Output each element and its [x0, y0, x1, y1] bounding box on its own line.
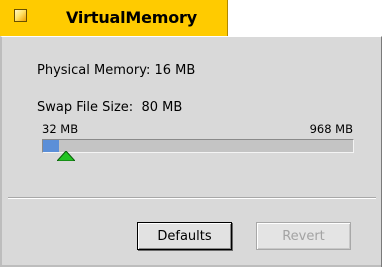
- slider-thumb-icon[interactable]: [57, 151, 75, 161]
- revert-button[interactable]: Revert: [256, 222, 351, 250]
- swap-size-slider[interactable]: [42, 139, 354, 153]
- swap-file-size-label: Swap File Size: 80 MB: [37, 100, 183, 115]
- divider: [8, 197, 376, 199]
- defaults-button[interactable]: Defaults: [137, 222, 232, 250]
- physical-memory-label: Physical Memory: 16 MB: [37, 63, 196, 78]
- close-box-icon[interactable]: [14, 9, 27, 22]
- slider-min-label: 32 MB: [42, 122, 79, 136]
- slider-max-label: 968 MB: [309, 122, 353, 136]
- window-tab[interactable]: VirtualMemory: [0, 0, 228, 36]
- window-title: VirtualMemory: [66, 8, 197, 27]
